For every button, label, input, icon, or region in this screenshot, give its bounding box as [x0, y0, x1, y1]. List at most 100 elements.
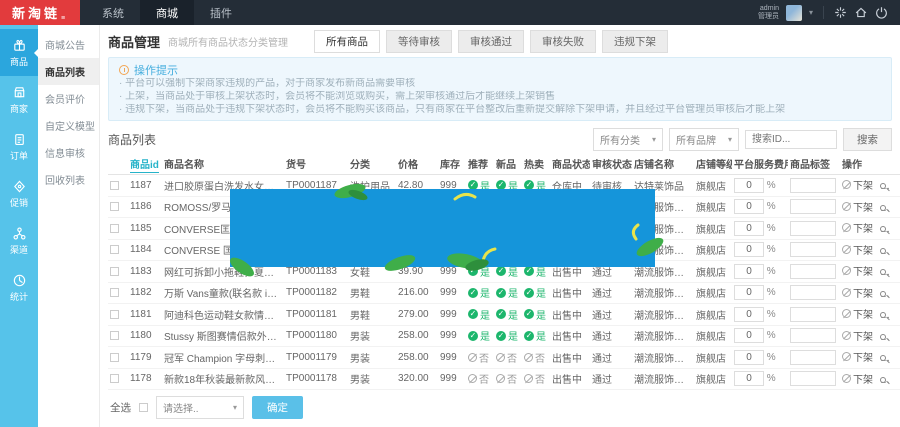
tag-input[interactable] [790, 264, 836, 279]
no-ban-icon: 否 [468, 350, 489, 365]
chevron-down-icon[interactable]: ▾ [809, 8, 813, 17]
main-content: 商品管理 商城所有商品状态分类管理 所有商品等待审核审核通过审核失败违规下架 操… [100, 25, 900, 427]
submenu-item[interactable]: 会员评价 [38, 85, 99, 112]
category-select[interactable]: 所有分类 ▾ [593, 128, 663, 151]
ban-icon [842, 245, 851, 254]
avatar[interactable] [786, 5, 802, 21]
brand-select[interactable]: 所有品牌 ▾ [669, 128, 739, 151]
submenu-item[interactable]: 自定义模型 [38, 112, 99, 139]
stats-icon [12, 273, 27, 288]
tag-input[interactable] [790, 371, 836, 386]
flag-new: ✓是 [494, 282, 522, 304]
tag-input[interactable] [790, 285, 836, 300]
search-button[interactable]: 搜索 [843, 128, 892, 151]
tab-审核通过[interactable]: 审核通过 [458, 30, 524, 53]
store-level: 旗舰店 [694, 218, 732, 240]
top-menu-item[interactable]: 商城 [140, 0, 194, 25]
sidebar-item-promotion[interactable]: 促销 [0, 170, 38, 217]
col-header[interactable]: 商品id [128, 153, 162, 175]
fee-input[interactable] [734, 264, 764, 279]
product-price: 216.00 [396, 282, 438, 304]
top-menu-item[interactable]: 插件 [194, 0, 248, 25]
yes-check-icon: ✓是 [524, 307, 546, 322]
offshelf-action[interactable]: 下架 [842, 177, 873, 192]
logo-registered-icon: ≡ [61, 15, 68, 22]
tag-input[interactable] [790, 350, 836, 365]
offshelf-action[interactable]: 下架 [842, 220, 873, 235]
row-actions: 下架查看 [840, 368, 900, 390]
row-checkbox[interactable] [110, 310, 119, 319]
sidebar-item-order[interactable]: 订单 [0, 123, 38, 170]
tag-cell [788, 304, 840, 326]
store-name: 潮流服饰公社 [632, 368, 694, 390]
tab-违规下架[interactable]: 违规下架 [602, 30, 668, 53]
row-checkbox[interactable] [110, 331, 119, 340]
store-level: 旗舰店 [694, 261, 732, 283]
offshelf-action[interactable]: 下架 [842, 306, 873, 321]
tag-input[interactable] [790, 221, 836, 236]
row-checkbox[interactable] [110, 353, 119, 362]
search-input[interactable] [745, 130, 837, 149]
layout: 商品商家订单促销渠道统计 商城公告商品列表会员评价自定义模型信息审核回收列表 商… [0, 25, 900, 427]
fee-input[interactable] [734, 328, 764, 343]
power-icon[interactable] [875, 6, 888, 19]
audit-status: 通过 [590, 282, 632, 304]
sidebar-item-merchant[interactable]: 商家 [0, 76, 38, 123]
sidebar-item-stats[interactable]: 统计 [0, 264, 38, 311]
submenu-item[interactable]: 信息审核 [38, 139, 99, 166]
offshelf-action[interactable]: 下架 [842, 371, 873, 386]
home-icon[interactable] [854, 6, 868, 19]
tag-input[interactable] [790, 199, 836, 214]
tab-等待审核[interactable]: 等待审核 [386, 30, 452, 53]
row-checkbox[interactable] [110, 245, 119, 254]
clear-cache-icon[interactable] [834, 6, 847, 19]
row-checkbox[interactable] [110, 374, 119, 383]
offshelf-action[interactable]: 下架 [842, 328, 873, 343]
tab-所有商品[interactable]: 所有商品 [314, 30, 380, 53]
chevron-down-icon: ▾ [652, 135, 656, 144]
confirm-button[interactable]: 确定 [252, 396, 303, 419]
top-menu-item[interactable]: 系统 [86, 0, 140, 25]
row-checkbox[interactable] [110, 224, 119, 233]
fee-input[interactable] [734, 285, 764, 300]
offshelf-action[interactable]: 下架 [842, 263, 873, 278]
flag-new: ✓是 [494, 325, 522, 347]
submenu-item[interactable]: 商品列表 [38, 58, 99, 85]
tag-input[interactable] [790, 178, 836, 193]
tag-input[interactable] [790, 328, 836, 343]
tag-input[interactable] [790, 307, 836, 322]
top-menu: 系统商城插件 [86, 0, 248, 25]
offshelf-action[interactable]: 下架 [842, 199, 873, 214]
bulk-select-value: 请选择.. [163, 400, 199, 415]
offshelf-action[interactable]: 下架 [842, 242, 873, 257]
row-checkbox[interactable] [110, 267, 119, 276]
user-login: admin [758, 5, 779, 13]
fee-input[interactable] [734, 221, 764, 236]
row-checkbox[interactable] [110, 288, 119, 297]
fee-input[interactable] [734, 371, 764, 386]
fee-input[interactable] [734, 178, 764, 193]
submenu-item[interactable]: 商城公告 [38, 31, 99, 58]
sidebar-item-channel[interactable]: 渠道 [0, 217, 38, 264]
submenu-item[interactable]: 回收列表 [38, 166, 99, 193]
row-checkbox[interactable] [110, 181, 119, 190]
fee-input[interactable] [734, 199, 764, 214]
tips-title: 操作提示 [134, 62, 178, 78]
select-all-checkbox[interactable] [139, 403, 148, 412]
audit-status: 通过 [590, 347, 632, 369]
bulk-action-select[interactable]: 请选择.. ▾ [156, 396, 244, 419]
product-name: 阿迪科色运动鞋女款情侣款贝壳头A反光.. [162, 304, 284, 326]
tag-input[interactable] [790, 242, 836, 257]
sidebar-item-goods[interactable]: 商品 [0, 29, 38, 76]
row-checkbox[interactable] [110, 202, 119, 211]
fee-input[interactable] [734, 242, 764, 257]
product-id: 1181 [128, 304, 162, 326]
offshelf-action[interactable]: 下架 [842, 285, 873, 300]
tab-审核失败[interactable]: 审核失败 [530, 30, 596, 53]
yes-check-icon: ✓是 [468, 285, 490, 300]
filters: 所有分类 ▾ 所有品牌 ▾ 搜索 [593, 128, 892, 151]
col-header: 店铺名称 [632, 153, 694, 175]
fee-input[interactable] [734, 307, 764, 322]
offshelf-action[interactable]: 下架 [842, 349, 873, 364]
fee-input[interactable] [734, 350, 764, 365]
